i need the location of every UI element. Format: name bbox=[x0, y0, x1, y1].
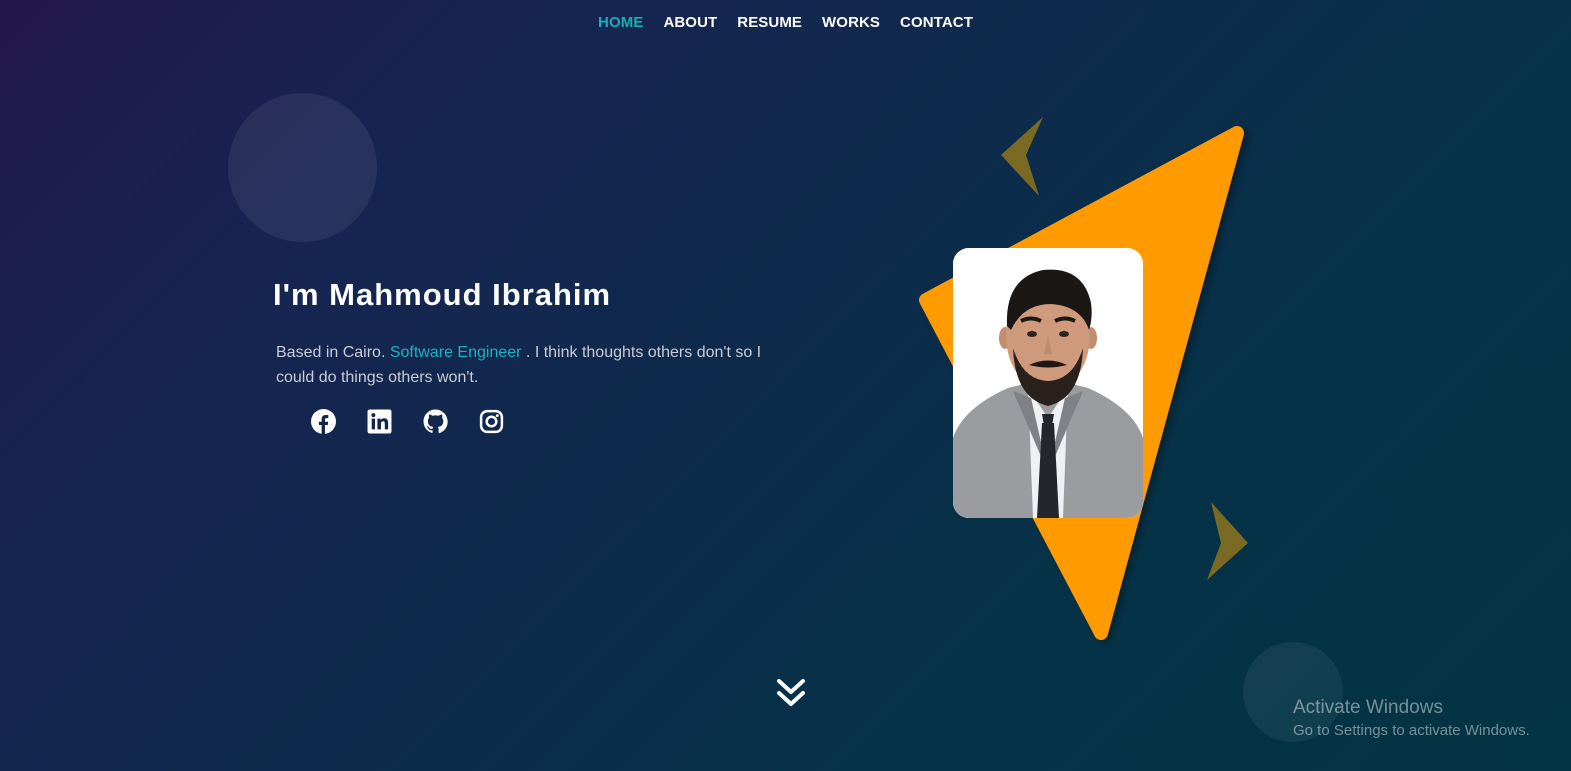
watermark-title: Activate Windows bbox=[1293, 697, 1443, 718]
portrait-image bbox=[953, 248, 1143, 518]
windows-activation-watermark: Activate Windows Go to Settings to activ… bbox=[1293, 697, 1530, 739]
profile-photo bbox=[953, 248, 1143, 518]
watermark-subtitle: Go to Settings to activate Windows. bbox=[1293, 722, 1530, 739]
decorative-shapes bbox=[919, 117, 1248, 640]
left-arrow-shape bbox=[1001, 117, 1043, 196]
scroll-down-icon[interactable] bbox=[776, 676, 806, 710]
right-arrow-shape bbox=[1207, 502, 1248, 580]
